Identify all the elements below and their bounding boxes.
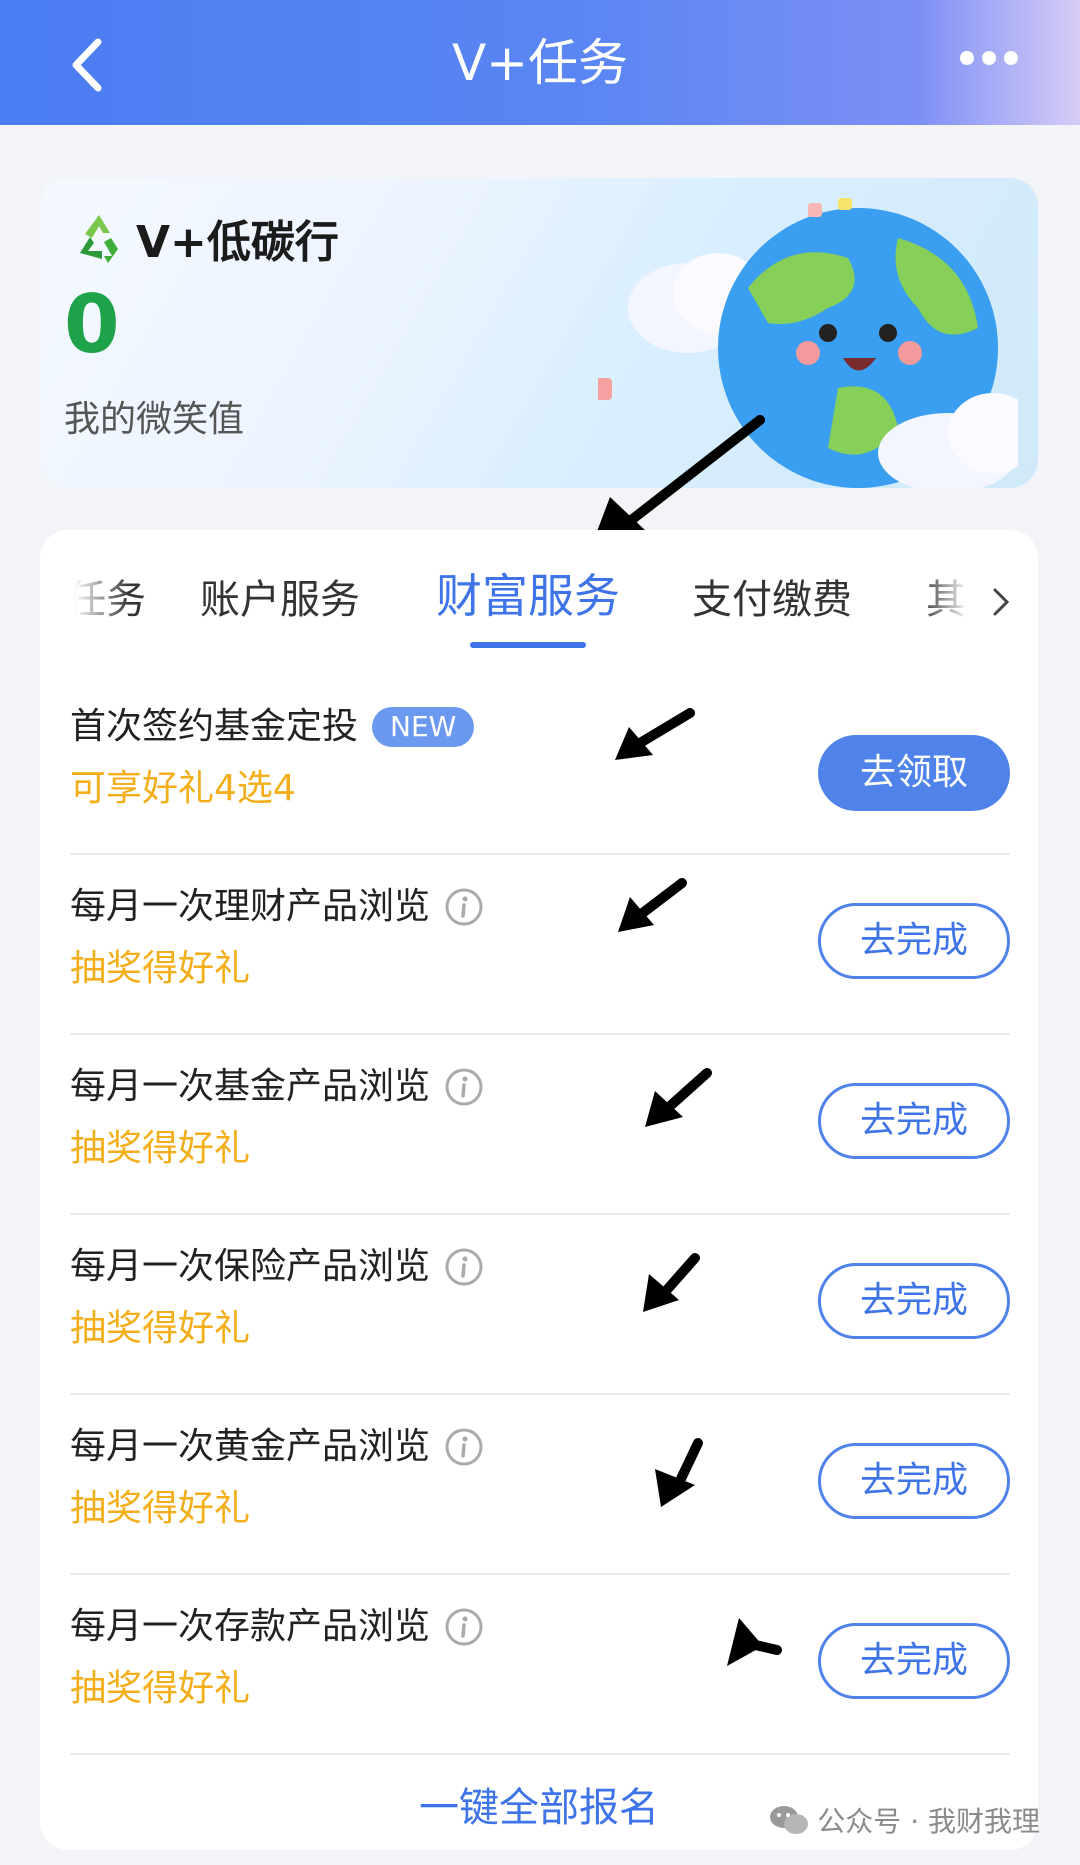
complete-button[interactable]: 去完成 — [818, 1443, 1010, 1519]
task-name-row: 每月一次黄金产品浏览 — [70, 1423, 484, 1471]
page-title: V+任务 — [451, 34, 629, 92]
task-name: 每月一次理财产品浏览 — [70, 886, 431, 927]
new-badge: NEW — [372, 707, 475, 747]
task-name: 首次签约基金定投 — [70, 706, 359, 747]
info-icon[interactable] — [444, 887, 484, 927]
task-name: 每月一次保险产品浏览 — [70, 1246, 431, 1287]
task-reward: 抽奖得好礼 — [70, 1668, 251, 1709]
task-name: 每月一次黄金产品浏览 — [70, 1426, 431, 1467]
watermark-text: 公众号 · 我财我理 — [817, 1805, 1040, 1838]
tab-fade-left — [60, 570, 130, 640]
task-item: 每月一次黄金产品浏览 抽奖得好礼 去完成 — [70, 1395, 1010, 1575]
complete-button[interactable]: 去完成 — [818, 1083, 1010, 1159]
smile-label: 我的微笑值 — [64, 399, 245, 440]
annotation-arrow — [615, 708, 695, 760]
tab-account-service[interactable]: 账户服务 — [200, 570, 360, 630]
claim-button[interactable]: 去领取 — [818, 735, 1010, 811]
chevron-right-icon[interactable] — [986, 582, 1016, 622]
info-icon[interactable] — [444, 1427, 484, 1467]
tab-fade-right — [920, 570, 990, 640]
banner-title: V+低碳行 — [136, 217, 339, 268]
info-icon[interactable] — [444, 1247, 484, 1287]
complete-button[interactable]: 去完成 — [818, 1623, 1010, 1699]
task-name-row: 首次签约基金定投 NEW — [70, 703, 475, 751]
divider — [70, 1753, 1010, 1755]
task-reward: 可享好礼4选4 — [70, 768, 296, 809]
task-name-row: 每月一次存款产品浏览 — [70, 1603, 484, 1651]
wechat-icon — [770, 1806, 809, 1834]
task-reward: 抽奖得好礼 — [70, 948, 251, 989]
watermark: 公众号 · 我财我理 — [769, 1800, 1040, 1840]
complete-button[interactable]: 去完成 — [818, 1263, 1010, 1339]
tab-wealth-service[interactable]: 财富服务 — [436, 566, 620, 626]
active-tab-indicator — [470, 642, 586, 648]
task-name-row: 每月一次理财产品浏览 — [70, 883, 484, 931]
task-name-row: 每月一次保险产品浏览 — [70, 1243, 484, 1291]
info-icon[interactable] — [444, 1607, 484, 1647]
task-item: 每月一次基金产品浏览 抽奖得好礼 去完成 — [70, 1035, 1010, 1215]
banner-title-row: V+低碳行 — [70, 208, 339, 268]
annotation-arrow — [727, 1618, 782, 1666]
category-tabs: 任务 账户服务 财富服务 支付缴费 其 — [40, 569, 1038, 660]
annotation-arrow — [618, 878, 687, 932]
tab-payment[interactable]: 支付缴费 — [692, 570, 852, 630]
recycle-icon — [80, 215, 118, 263]
task-name-row: 每月一次基金产品浏览 — [70, 1063, 484, 1111]
top-nav-bar: V+任务 — [0, 0, 1080, 125]
complete-button[interactable]: 去完成 — [818, 903, 1010, 979]
more-options-icon[interactable] — [960, 50, 1030, 78]
task-item: 每月一次理财产品浏览 抽奖得好礼 去完成 — [70, 855, 1010, 1035]
task-card: 任务 账户服务 财富服务 支付缴费 其 首次签约基金定投 NEW 可享好礼4选4… — [40, 530, 1038, 1850]
task-reward: 抽奖得好礼 — [70, 1128, 251, 1169]
task-reward: 抽奖得好礼 — [70, 1488, 251, 1529]
task-item: 每月一次保险产品浏览 抽奖得好礼 去完成 — [70, 1215, 1010, 1395]
task-reward: 抽奖得好礼 — [70, 1308, 251, 1349]
low-carbon-banner[interactable]: V+低碳行 0 我的微笑值 — [40, 178, 1038, 488]
annotation-arrow — [645, 1068, 712, 1127]
annotation-arrow — [655, 1438, 703, 1507]
smile-value: 0 — [64, 278, 120, 371]
task-item: 首次签约基金定投 NEW 可享好礼4选4 去领取 — [70, 675, 1010, 855]
task-item: 每月一次存款产品浏览 抽奖得好礼 去完成 — [70, 1575, 1010, 1755]
task-name: 每月一次基金产品浏览 — [70, 1066, 431, 1107]
annotation-arrow — [643, 1253, 700, 1312]
info-icon[interactable] — [444, 1067, 484, 1107]
task-name: 每月一次存款产品浏览 — [70, 1606, 431, 1647]
